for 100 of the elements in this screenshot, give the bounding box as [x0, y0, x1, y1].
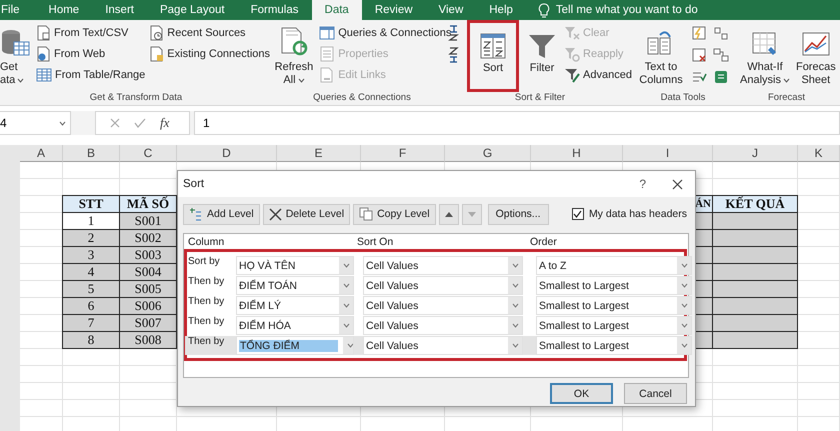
ribbon-tab[interactable]: Home — [36, 0, 92, 20]
help-button[interactable]: ? — [639, 177, 646, 191]
column-header[interactable]: K — [798, 145, 840, 162]
caret-icon — [680, 263, 688, 268]
data-model-icon — [712, 69, 729, 85]
toolbar-button[interactable]: Delete Level — [262, 204, 350, 224]
dropdown[interactable]: Smallest to Largest — [536, 296, 692, 315]
column-header[interactable]: I — [623, 145, 713, 162]
level-label: Then by — [187, 336, 226, 347]
caret-icon — [17, 78, 24, 83]
dropdown[interactable]: Cell Values — [363, 336, 523, 355]
column-header[interactable]: B — [63, 145, 120, 162]
options-button[interactable]: Options... — [488, 204, 549, 224]
ribbon-button[interactable]: Sort — [470, 23, 516, 89]
toolbar-button[interactable]: Add Level — [183, 204, 260, 224]
dialog-button[interactable]: Cancel — [624, 383, 687, 404]
column-header[interactable]: G — [445, 145, 531, 162]
dropdown[interactable]: Smallest to Largest — [536, 336, 692, 355]
dropdown[interactable]: Smallest to Largest — [536, 316, 692, 335]
header-cell: STT — [62, 195, 120, 213]
ribbon-tab[interactable]: Insert — [92, 0, 147, 20]
document-icon — [149, 46, 164, 62]
table-cell: 6 — [62, 297, 120, 315]
ribbon-tab[interactable]: Data — [312, 0, 362, 20]
ribbon-button[interactable]: Filter — [526, 23, 558, 89]
dropdown[interactable]: Smallest to Largest — [536, 276, 692, 295]
ribbon-tab[interactable]: Review — [362, 0, 426, 20]
caret-icon — [512, 303, 518, 308]
clear-filter-icon — [564, 24, 580, 40]
ribbon-button[interactable]: Text to Columns — [637, 23, 685, 89]
document-icon — [36, 24, 51, 40]
ribbon-tab[interactable]: File — [0, 0, 36, 20]
checkbox[interactable] — [572, 208, 584, 220]
column-header[interactable]: H — [531, 145, 623, 162]
move-up-button[interactable] — [438, 204, 459, 224]
web-document-icon — [36, 46, 51, 62]
ribbon-tab[interactable]: View — [426, 0, 476, 20]
column-header[interactable]: J — [713, 145, 798, 162]
column-header[interactable]: A — [20, 145, 63, 162]
close-button[interactable] — [672, 178, 683, 190]
column-header[interactable]: F — [361, 145, 445, 162]
ribbon-button[interactable]: From Web — [36, 44, 146, 63]
dropdown[interactable]: Cell Values — [363, 276, 523, 295]
formula-input[interactable]: 1 — [194, 111, 840, 135]
ribbon-button[interactable]: What-If Analysis — [738, 23, 792, 89]
caret-icon — [298, 78, 305, 83]
ribbon-button[interactable]: Get ata — [0, 23, 32, 89]
dialog-button[interactable]: OK — [550, 383, 613, 404]
ribbon-icon-button[interactable] — [448, 45, 460, 65]
dialog-title: Sort — [183, 178, 206, 190]
table-cell: S003 — [119, 246, 177, 264]
ribbon-button[interactable]: Queries & Connections — [319, 23, 452, 42]
dropdown[interactable]: Cell Values — [363, 296, 523, 315]
ribbon-button[interactable]: Existing Connections — [149, 44, 270, 63]
table-cell: S004 — [119, 263, 177, 281]
advanced-filter-icon — [564, 66, 580, 82]
dropdown[interactable]: TỔNG ĐIỂM — [236, 336, 354, 355]
caret-icon — [346, 343, 353, 348]
caret-icon — [680, 323, 688, 328]
column-header[interactable]: C — [120, 145, 177, 162]
ribbon-button[interactable]: From Text/CSV — [36, 23, 146, 42]
dropdown[interactable]: A to Z — [536, 256, 692, 275]
ribbon-button[interactable]: Advanced — [564, 65, 632, 84]
caret-icon — [512, 283, 518, 288]
group-label: Get & Transform Data — [90, 92, 182, 105]
dropdown[interactable]: Cell Values — [363, 256, 523, 275]
triangle-up-icon — [444, 212, 453, 216]
ribbon-button[interactable]: From Table/Range — [36, 65, 146, 84]
insert-function-button[interactable]: fx — [160, 115, 170, 131]
dropdown[interactable]: Cell Values — [363, 316, 523, 335]
dropdown[interactable]: HỌ VÀ TÊN — [236, 256, 354, 275]
ribbon-button[interactable]: Refresh All — [272, 23, 316, 89]
caret-icon — [680, 283, 688, 288]
ribbon-tab[interactable]: Page Layout — [146, 0, 238, 20]
cancel-icon — [110, 118, 120, 128]
name-box[interactable]: 4 — [0, 111, 71, 135]
table-cell: S008 — [119, 331, 177, 349]
ribbon-tab[interactable]: Formulas — [238, 0, 312, 20]
group-label: Data Tools — [660, 92, 706, 105]
caret-icon — [680, 303, 688, 308]
dropdown[interactable]: ĐIỂM TOÁN — [236, 276, 354, 295]
group-label: Forecast — [767, 92, 805, 105]
ribbon-tab[interactable]: Help — [476, 0, 526, 20]
group-label: Sort & Filter — [514, 92, 566, 105]
check-icon — [573, 210, 582, 218]
column-header[interactable]: D — [177, 145, 277, 162]
table-cell: 4 — [62, 263, 120, 281]
level-label: Then by — [187, 296, 226, 307]
dropdown[interactable]: ĐIỂM LÝ — [236, 296, 354, 315]
dropdown[interactable]: ĐIỂM HÓA — [236, 316, 354, 335]
group-label: Queries & Connections — [313, 92, 411, 105]
sort-icon — [480, 33, 506, 59]
relationships-icon — [712, 47, 729, 63]
tell-me-search[interactable]: Tell me what you want to do — [556, 4, 698, 16]
ribbon-button[interactable]: Recent Sources — [149, 23, 270, 42]
table-cell: 3 — [62, 246, 120, 264]
ribbon-button[interactable]: Forecas Sheet — [794, 23, 838, 89]
toolbar-button[interactable]: Copy Level — [353, 204, 436, 224]
table-cell: 7 — [62, 314, 120, 332]
column-header[interactable]: E — [277, 145, 361, 162]
